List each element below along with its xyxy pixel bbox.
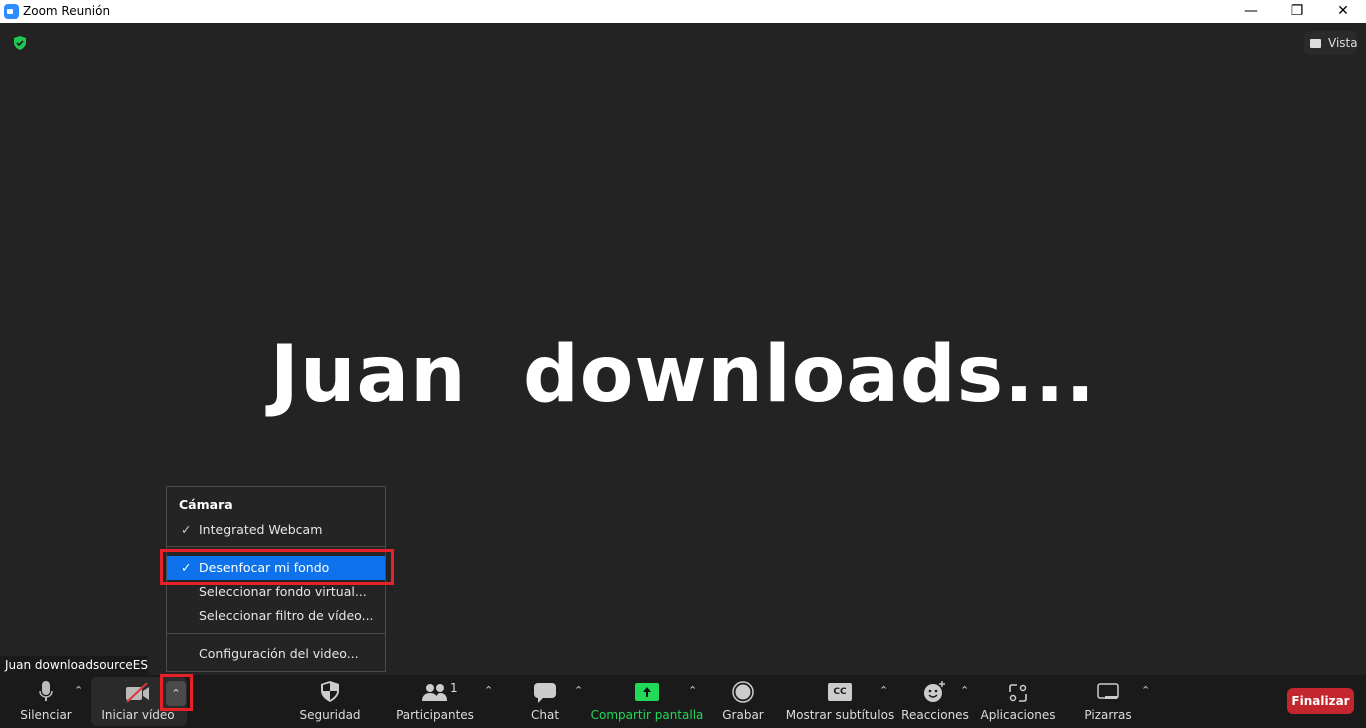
mute-label: Silenciar [20,708,72,722]
share-options-caret[interactable]: ⌃ [688,684,697,697]
reactions-label: Reacciones [901,708,969,722]
check-icon: ✓ [181,522,192,537]
view-label: Vista [1328,36,1358,50]
apps-label: Aplicaciones [980,708,1056,722]
record-label: Grabar [722,708,764,722]
menu-item-label: Seleccionar fondo virtual... [199,584,367,599]
chat-options-caret[interactable]: ⌃ [574,684,583,697]
participants-options-caret[interactable]: ⌃ [484,684,493,697]
menu-item-integrated-webcam[interactable]: ✓ Integrated Webcam [167,518,385,542]
share-screen-label: Compartir pantalla [590,708,704,722]
menu-item-video-settings[interactable]: Configuración del video... [167,642,385,666]
whiteboards-label: Pizarras [1084,708,1132,722]
captions-button[interactable]: CC Mostrar subtítulos [786,675,894,728]
title-bar: Zoom Reunión — ❐ ✕ [0,0,1366,23]
menu-item-video-filter[interactable]: Seleccionar filtro de vídeo... [167,604,385,628]
highlight-annotation [160,674,193,711]
reactions-button[interactable]: Reacciones [901,675,969,728]
divider [167,633,385,634]
highlight-annotation [160,549,394,585]
restore-button[interactable]: ❐ [1274,0,1320,23]
audio-options-caret[interactable]: ⌃ [74,684,83,697]
apps-button[interactable]: Aplicaciones [981,675,1055,728]
participants-label: Participantes [396,708,474,722]
whiteboards-options-caret[interactable]: ⌃ [1141,684,1150,697]
close-button[interactable]: ✕ [1320,0,1366,23]
reactions-options-caret[interactable]: ⌃ [960,684,969,697]
end-meeting-button[interactable]: Finalizar [1287,688,1354,714]
participant-name-label: Juan downloadsourceES [0,656,148,675]
window-title: Zoom Reunión [23,4,111,18]
participants-icon [422,684,447,701]
whiteboard-icon [1097,683,1119,699]
grid-icon [1310,39,1321,48]
captions-options-caret[interactable]: ⌃ [879,684,888,697]
view-button[interactable]: Vista [1304,31,1358,55]
menu-item-label: Integrated Webcam [199,522,323,537]
security-icon [321,681,339,702]
security-button[interactable]: Seguridad [299,675,361,728]
participants-button[interactable]: 1 Participantes [396,675,474,728]
menu-header: Cámara [179,497,233,512]
apps-icon [1009,684,1027,702]
microphone-icon [39,681,53,701]
menu-item-label: Configuración del video... [199,646,359,661]
zoom-logo-icon [4,4,19,19]
security-shield-icon[interactable] [13,36,27,50]
share-screen-icon [635,683,659,701]
minimize-button[interactable]: — [1228,0,1274,23]
record-button[interactable]: Grabar [718,675,768,728]
participants-count: 1 [450,681,458,695]
record-icon [732,681,754,703]
chat-icon [534,683,556,703]
divider [167,546,385,547]
reactions-emoji-icon [924,681,945,702]
share-screen-button[interactable]: Compartir pantalla [591,675,703,728]
captions-cc-icon: CC [828,683,852,701]
chat-button[interactable]: Chat [520,675,570,728]
mute-button[interactable]: Silenciar [16,675,76,728]
whiteboards-button[interactable]: Pizarras [1080,675,1136,728]
chat-label: Chat [530,708,560,722]
meeting-toolbar: Silenciar ⌃ Iniciar vídeo ⌃ Seguridad 1 … [0,674,1366,728]
security-label: Seguridad [299,708,361,722]
participant-name-display: Juan downloads... [269,330,1097,420]
menu-item-label: Seleccionar filtro de vídeo... [199,608,374,623]
captions-label: Mostrar subtítulos [785,708,895,722]
video-off-icon [126,683,149,703]
